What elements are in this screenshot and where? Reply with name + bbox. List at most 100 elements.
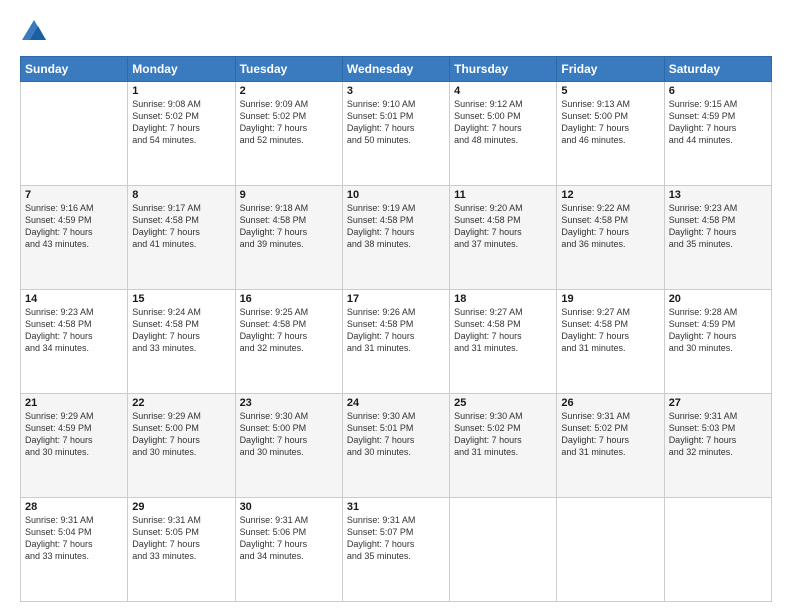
calendar-week-row: 7Sunrise: 9:16 AM Sunset: 4:59 PM Daylig… xyxy=(21,186,772,290)
calendar-cell: 28Sunrise: 9:31 AM Sunset: 5:04 PM Dayli… xyxy=(21,498,128,602)
calendar-cell xyxy=(557,498,664,602)
day-info: Sunrise: 9:18 AM Sunset: 4:58 PM Dayligh… xyxy=(240,202,338,251)
day-header-sunday: Sunday xyxy=(21,57,128,82)
day-header-friday: Friday xyxy=(557,57,664,82)
day-info: Sunrise: 9:23 AM Sunset: 4:58 PM Dayligh… xyxy=(669,202,767,251)
calendar-cell: 24Sunrise: 9:30 AM Sunset: 5:01 PM Dayli… xyxy=(342,394,449,498)
calendar-cell: 30Sunrise: 9:31 AM Sunset: 5:06 PM Dayli… xyxy=(235,498,342,602)
logo xyxy=(20,18,52,46)
day-number: 7 xyxy=(25,189,123,201)
day-number: 5 xyxy=(561,85,659,97)
day-info: Sunrise: 9:13 AM Sunset: 5:00 PM Dayligh… xyxy=(561,98,659,147)
page: SundayMondayTuesdayWednesdayThursdayFrid… xyxy=(0,0,792,612)
calendar-cell: 1Sunrise: 9:08 AM Sunset: 5:02 PM Daylig… xyxy=(128,82,235,186)
day-number: 3 xyxy=(347,85,445,97)
day-number: 31 xyxy=(347,501,445,513)
calendar-cell: 22Sunrise: 9:29 AM Sunset: 5:00 PM Dayli… xyxy=(128,394,235,498)
calendar-cell: 26Sunrise: 9:31 AM Sunset: 5:02 PM Dayli… xyxy=(557,394,664,498)
calendar-week-row: 21Sunrise: 9:29 AM Sunset: 4:59 PM Dayli… xyxy=(21,394,772,498)
day-info: Sunrise: 9:31 AM Sunset: 5:03 PM Dayligh… xyxy=(669,410,767,459)
day-number: 20 xyxy=(669,293,767,305)
calendar-cell: 23Sunrise: 9:30 AM Sunset: 5:00 PM Dayli… xyxy=(235,394,342,498)
day-info: Sunrise: 9:22 AM Sunset: 4:58 PM Dayligh… xyxy=(561,202,659,251)
calendar-cell: 4Sunrise: 9:12 AM Sunset: 5:00 PM Daylig… xyxy=(450,82,557,186)
day-info: Sunrise: 9:28 AM Sunset: 4:59 PM Dayligh… xyxy=(669,306,767,355)
calendar-cell: 7Sunrise: 9:16 AM Sunset: 4:59 PM Daylig… xyxy=(21,186,128,290)
calendar-cell: 3Sunrise: 9:10 AM Sunset: 5:01 PM Daylig… xyxy=(342,82,449,186)
day-info: Sunrise: 9:09 AM Sunset: 5:02 PM Dayligh… xyxy=(240,98,338,147)
day-header-saturday: Saturday xyxy=(664,57,771,82)
day-number: 23 xyxy=(240,397,338,409)
day-number: 26 xyxy=(561,397,659,409)
calendar-cell: 2Sunrise: 9:09 AM Sunset: 5:02 PM Daylig… xyxy=(235,82,342,186)
day-number: 11 xyxy=(454,189,552,201)
day-number: 2 xyxy=(240,85,338,97)
day-info: Sunrise: 9:30 AM Sunset: 5:01 PM Dayligh… xyxy=(347,410,445,459)
day-info: Sunrise: 9:31 AM Sunset: 5:04 PM Dayligh… xyxy=(25,514,123,563)
calendar-cell: 10Sunrise: 9:19 AM Sunset: 4:58 PM Dayli… xyxy=(342,186,449,290)
calendar-week-row: 28Sunrise: 9:31 AM Sunset: 5:04 PM Dayli… xyxy=(21,498,772,602)
day-number: 22 xyxy=(132,397,230,409)
day-info: Sunrise: 9:26 AM Sunset: 4:58 PM Dayligh… xyxy=(347,306,445,355)
day-number: 10 xyxy=(347,189,445,201)
day-number: 8 xyxy=(132,189,230,201)
calendar-cell: 8Sunrise: 9:17 AM Sunset: 4:58 PM Daylig… xyxy=(128,186,235,290)
calendar-cell: 5Sunrise: 9:13 AM Sunset: 5:00 PM Daylig… xyxy=(557,82,664,186)
day-info: Sunrise: 9:29 AM Sunset: 4:59 PM Dayligh… xyxy=(25,410,123,459)
day-number: 27 xyxy=(669,397,767,409)
day-info: Sunrise: 9:27 AM Sunset: 4:58 PM Dayligh… xyxy=(454,306,552,355)
calendar-cell: 12Sunrise: 9:22 AM Sunset: 4:58 PM Dayli… xyxy=(557,186,664,290)
calendar-cell xyxy=(664,498,771,602)
calendar-cell: 13Sunrise: 9:23 AM Sunset: 4:58 PM Dayli… xyxy=(664,186,771,290)
day-number: 28 xyxy=(25,501,123,513)
day-number: 17 xyxy=(347,293,445,305)
day-header-tuesday: Tuesday xyxy=(235,57,342,82)
day-number: 6 xyxy=(669,85,767,97)
calendar-week-row: 1Sunrise: 9:08 AM Sunset: 5:02 PM Daylig… xyxy=(21,82,772,186)
calendar-cell: 9Sunrise: 9:18 AM Sunset: 4:58 PM Daylig… xyxy=(235,186,342,290)
day-header-thursday: Thursday xyxy=(450,57,557,82)
day-info: Sunrise: 9:08 AM Sunset: 5:02 PM Dayligh… xyxy=(132,98,230,147)
day-number: 14 xyxy=(25,293,123,305)
day-info: Sunrise: 9:31 AM Sunset: 5:07 PM Dayligh… xyxy=(347,514,445,563)
day-number: 1 xyxy=(132,85,230,97)
calendar-cell: 25Sunrise: 9:30 AM Sunset: 5:02 PM Dayli… xyxy=(450,394,557,498)
day-number: 29 xyxy=(132,501,230,513)
day-info: Sunrise: 9:24 AM Sunset: 4:58 PM Dayligh… xyxy=(132,306,230,355)
day-info: Sunrise: 9:12 AM Sunset: 5:00 PM Dayligh… xyxy=(454,98,552,147)
logo-icon xyxy=(20,18,48,46)
header xyxy=(20,18,772,46)
day-header-wednesday: Wednesday xyxy=(342,57,449,82)
day-info: Sunrise: 9:27 AM Sunset: 4:58 PM Dayligh… xyxy=(561,306,659,355)
day-number: 13 xyxy=(669,189,767,201)
calendar-cell: 14Sunrise: 9:23 AM Sunset: 4:58 PM Dayli… xyxy=(21,290,128,394)
day-info: Sunrise: 9:16 AM Sunset: 4:59 PM Dayligh… xyxy=(25,202,123,251)
day-number: 24 xyxy=(347,397,445,409)
calendar-cell: 15Sunrise: 9:24 AM Sunset: 4:58 PM Dayli… xyxy=(128,290,235,394)
day-info: Sunrise: 9:31 AM Sunset: 5:05 PM Dayligh… xyxy=(132,514,230,563)
day-info: Sunrise: 9:20 AM Sunset: 4:58 PM Dayligh… xyxy=(454,202,552,251)
day-info: Sunrise: 9:30 AM Sunset: 5:00 PM Dayligh… xyxy=(240,410,338,459)
day-info: Sunrise: 9:23 AM Sunset: 4:58 PM Dayligh… xyxy=(25,306,123,355)
day-number: 25 xyxy=(454,397,552,409)
day-info: Sunrise: 9:31 AM Sunset: 5:02 PM Dayligh… xyxy=(561,410,659,459)
day-number: 30 xyxy=(240,501,338,513)
calendar-cell: 21Sunrise: 9:29 AM Sunset: 4:59 PM Dayli… xyxy=(21,394,128,498)
calendar-cell: 20Sunrise: 9:28 AM Sunset: 4:59 PM Dayli… xyxy=(664,290,771,394)
day-number: 18 xyxy=(454,293,552,305)
day-info: Sunrise: 9:15 AM Sunset: 4:59 PM Dayligh… xyxy=(669,98,767,147)
calendar-cell xyxy=(450,498,557,602)
calendar-header-row: SundayMondayTuesdayWednesdayThursdayFrid… xyxy=(21,57,772,82)
calendar-cell: 29Sunrise: 9:31 AM Sunset: 5:05 PM Dayli… xyxy=(128,498,235,602)
calendar-cell: 18Sunrise: 9:27 AM Sunset: 4:58 PM Dayli… xyxy=(450,290,557,394)
calendar-cell: 19Sunrise: 9:27 AM Sunset: 4:58 PM Dayli… xyxy=(557,290,664,394)
day-number: 21 xyxy=(25,397,123,409)
day-info: Sunrise: 9:17 AM Sunset: 4:58 PM Dayligh… xyxy=(132,202,230,251)
day-info: Sunrise: 9:19 AM Sunset: 4:58 PM Dayligh… xyxy=(347,202,445,251)
day-number: 15 xyxy=(132,293,230,305)
day-number: 12 xyxy=(561,189,659,201)
day-info: Sunrise: 9:30 AM Sunset: 5:02 PM Dayligh… xyxy=(454,410,552,459)
calendar-cell: 11Sunrise: 9:20 AM Sunset: 4:58 PM Dayli… xyxy=(450,186,557,290)
day-number: 4 xyxy=(454,85,552,97)
calendar-cell: 16Sunrise: 9:25 AM Sunset: 4:58 PM Dayli… xyxy=(235,290,342,394)
